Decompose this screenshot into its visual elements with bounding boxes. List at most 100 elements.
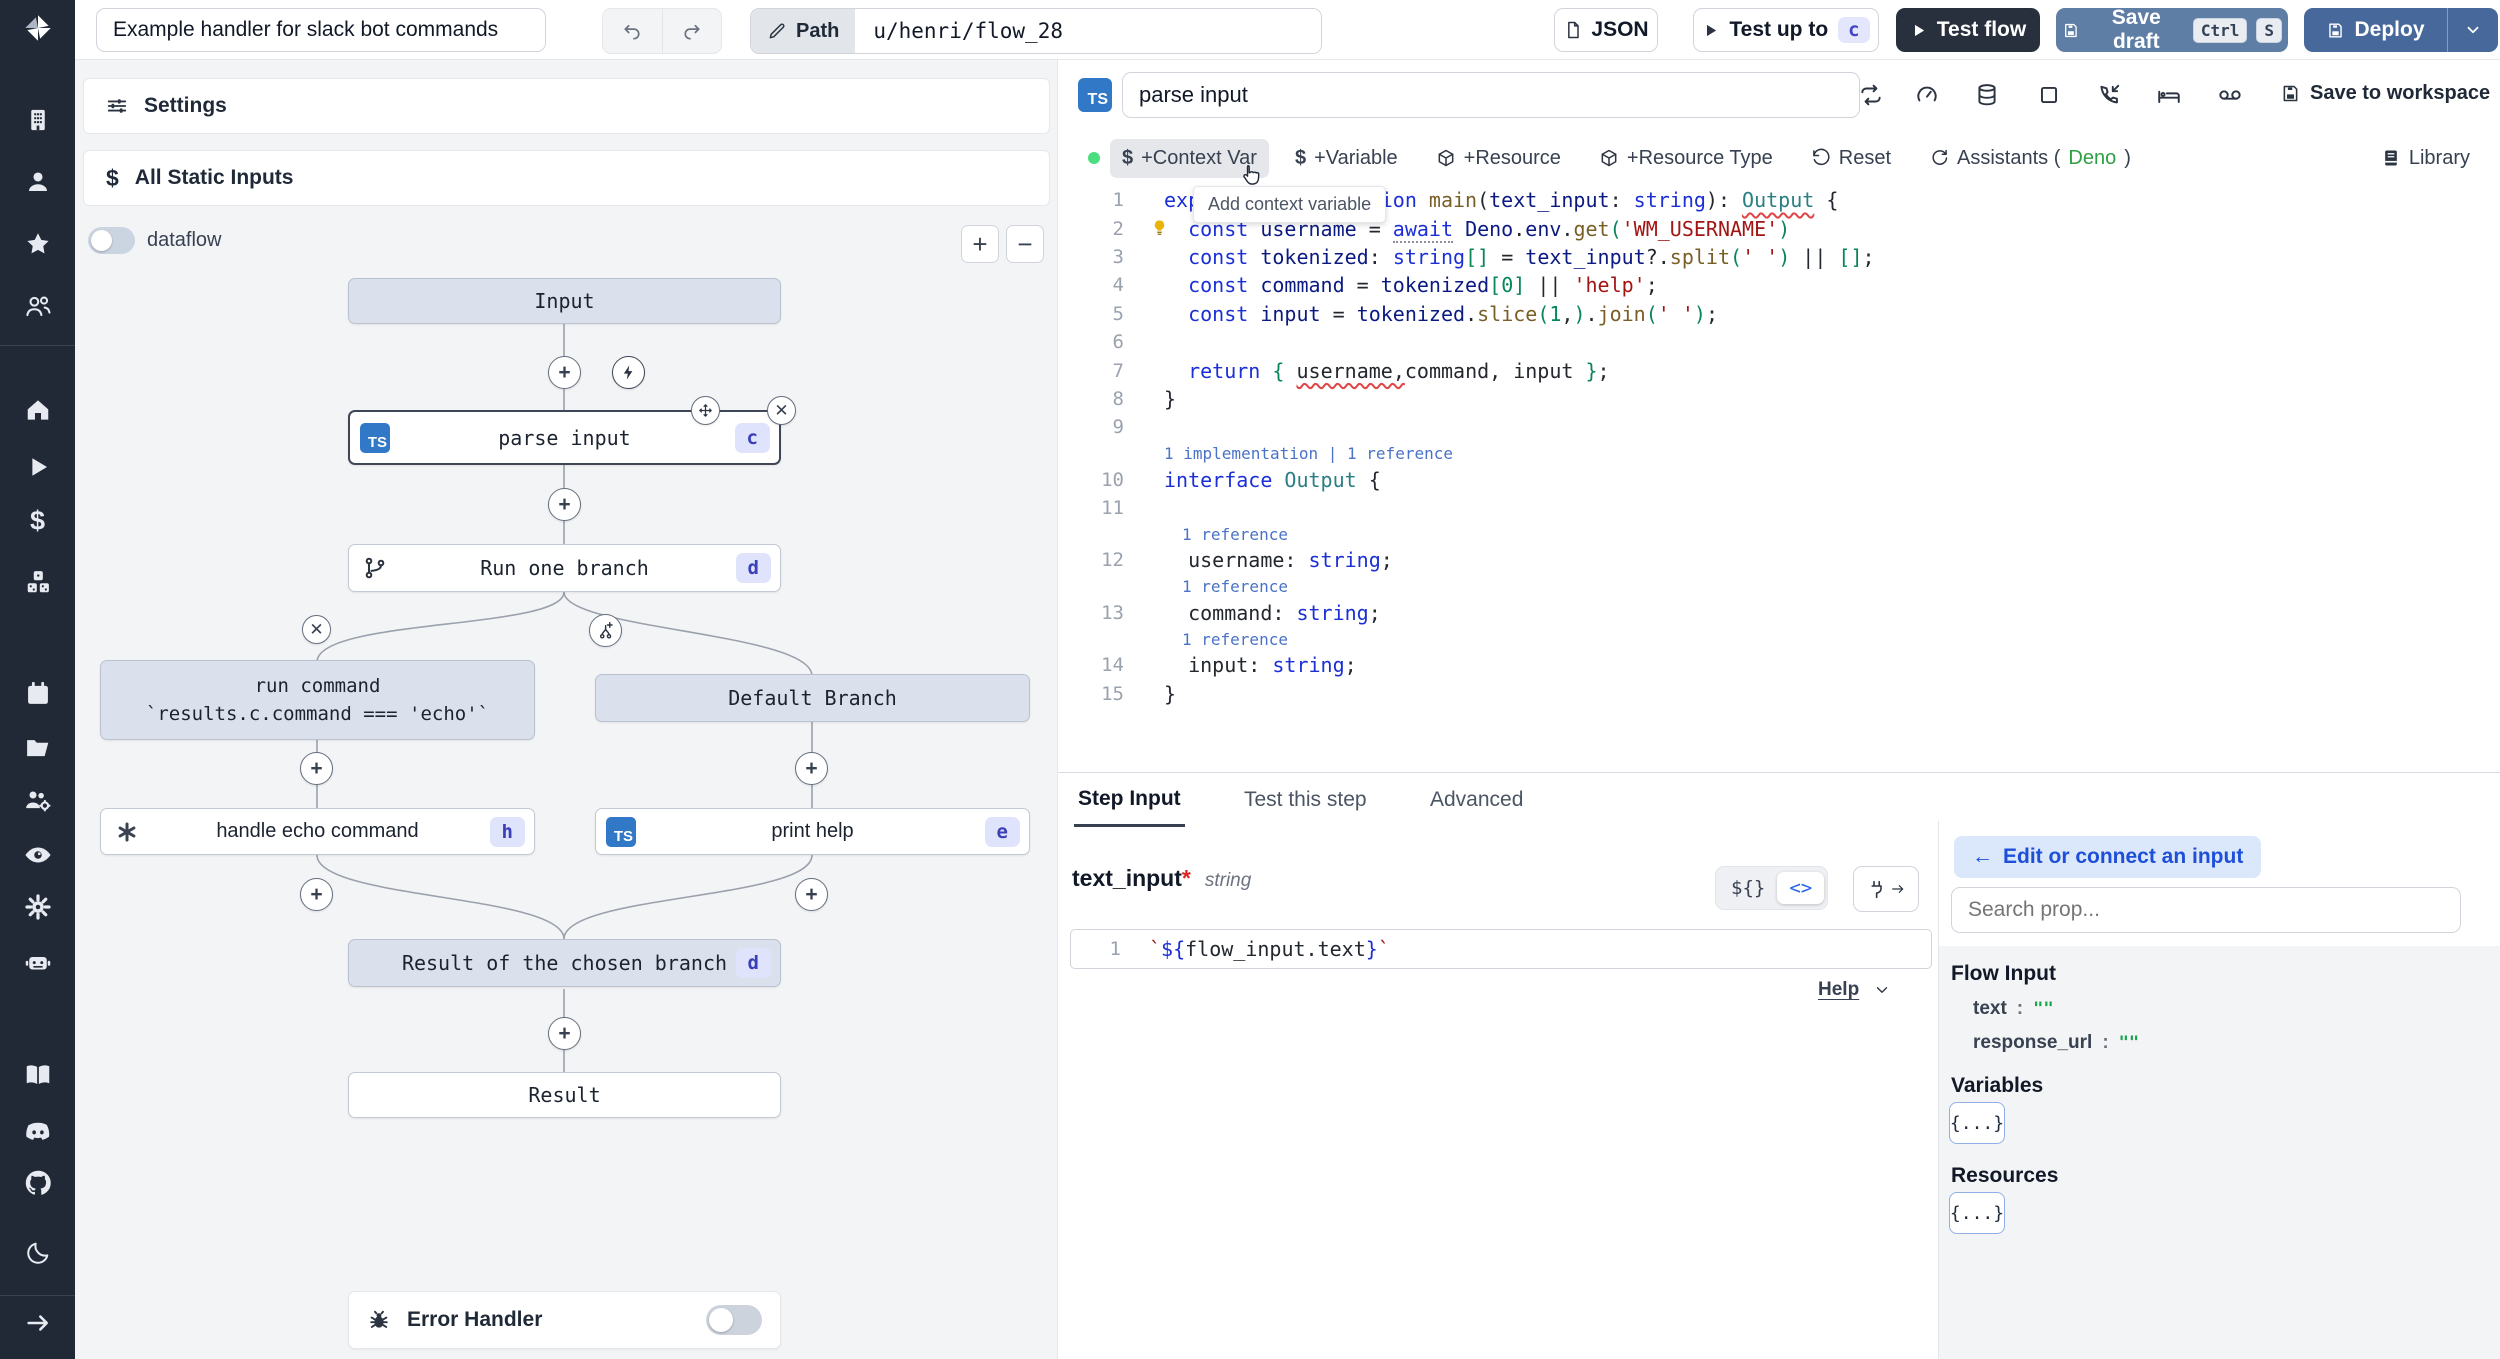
code-line[interactable]: 15} (1058, 679, 2488, 707)
error-handler-row[interactable]: Error Handler (348, 1291, 781, 1349)
codelens[interactable]: 1 reference (1058, 522, 2488, 546)
add-step-button[interactable]: + (795, 878, 828, 911)
gauge-early-stop-icon[interactable] (1914, 82, 1940, 108)
deploy-button[interactable]: Deploy (2304, 18, 2447, 42)
code-line[interactable]: 3 const tokenized: string[] = text_input… (1058, 243, 2488, 271)
favorites-star-icon[interactable] (24, 230, 52, 258)
add-step-button[interactable]: + (300, 878, 333, 911)
zoom-out-button[interactable]: − (1006, 225, 1044, 263)
chevron-down-icon[interactable] (1873, 981, 1891, 999)
path-field[interactable]: Path u/henri/flow_28 (750, 8, 1323, 54)
add-branch-button[interactable] (589, 614, 622, 647)
github-icon[interactable] (22, 1168, 53, 1199)
folders-icon[interactable] (23, 734, 52, 763)
codelens[interactable]: 1 implementation | 1 reference (1058, 442, 2488, 466)
discord-icon[interactable] (22, 1117, 53, 1148)
database-cache-icon[interactable] (1974, 82, 2000, 108)
flow-node-run-one-branch[interactable]: Run one branch d (348, 544, 781, 592)
assistants-button[interactable]: Assistants (Deno) (1917, 139, 2143, 178)
home-icon[interactable] (23, 396, 52, 425)
repeat-retries-icon[interactable] (1858, 82, 1884, 108)
code-line[interactable]: 13 command: string; (1058, 599, 2488, 627)
flow-title-input[interactable] (96, 8, 546, 52)
flow-node-print-help[interactable]: TS print help e (595, 808, 1030, 855)
add-step-button[interactable]: + (548, 488, 581, 521)
save-to-workspace-button[interactable]: Save to workspace (2280, 82, 2490, 105)
trigger-lightning-button[interactable] (612, 356, 645, 389)
mock-square-icon[interactable] (2036, 82, 2062, 108)
schedules-calendar-icon[interactable] (24, 680, 52, 708)
variables-dollar-icon[interactable]: $ (30, 506, 45, 537)
move-node-button[interactable] (691, 396, 720, 425)
code-line[interactable]: 6 (1058, 328, 2488, 356)
resources-object-button[interactable]: {...} (1949, 1192, 2005, 1234)
ai-robot-icon[interactable] (23, 947, 53, 977)
resources-cubes-icon[interactable] (23, 568, 52, 597)
code-line[interactable]: 11 (1058, 494, 2488, 522)
code-line[interactable]: 5 const input = tokenized.slice(1,).join… (1058, 300, 2488, 328)
tab-test-this-step[interactable]: Test this step (1240, 773, 1371, 827)
all-static-inputs-row[interactable]: $ All Static Inputs (83, 150, 1050, 206)
code-line[interactable]: 4 const command = tokenized[0] || 'help'… (1058, 271, 2488, 299)
sleep-bed-icon[interactable] (2156, 82, 2182, 108)
expand-sidebar-arrow-icon[interactable] (24, 1309, 52, 1337)
docs-book-icon[interactable] (23, 1060, 53, 1090)
json-button[interactable]: JSON (1554, 8, 1658, 52)
workers-users-gear-icon[interactable] (23, 785, 53, 815)
codelens[interactable]: 1 reference (1058, 575, 2488, 599)
zoom-in-button[interactable]: + (961, 225, 999, 263)
code-line[interactable]: 7 return { username,command, input }; (1058, 356, 2488, 384)
help-link[interactable]: Help (1818, 979, 1859, 1001)
prop-row-response-url[interactable]: response_url: "" (1973, 1032, 2139, 1054)
flow-node-input[interactable]: Input (348, 278, 781, 324)
add-step-button[interactable]: + (300, 752, 333, 785)
path-value[interactable]: u/henri/flow_28 (855, 9, 1322, 53)
user-icon[interactable] (24, 169, 51, 196)
flow-node-branch-result[interactable]: Result of the chosen branch d (348, 939, 781, 987)
runs-play-icon[interactable] (24, 454, 51, 481)
flow-node-default-branch[interactable]: Default Branch (595, 674, 1030, 722)
code-line[interactable]: 12 username: string; (1058, 546, 2488, 574)
add-step-button[interactable]: + (548, 356, 581, 389)
variables-object-button[interactable]: {...} (1949, 1102, 2005, 1144)
groups-users-icon[interactable] (23, 292, 52, 321)
connect-input-plug-button[interactable] (1853, 866, 1919, 912)
deploy-menu-button[interactable] (2447, 8, 2498, 52)
add-variable-button[interactable]: $ +Variable (1283, 139, 1410, 178)
audit-eye-icon[interactable] (23, 840, 53, 870)
tab-step-input[interactable]: Step Input (1074, 773, 1185, 827)
flow-node-result[interactable]: Result (348, 1072, 781, 1118)
test-flow-button[interactable]: Test flow (1896, 8, 2040, 52)
step-name-input[interactable] (1122, 72, 1860, 118)
settings-row[interactable]: Settings (83, 78, 1050, 134)
voicemail-icon[interactable] (2216, 82, 2244, 108)
add-resource-type-button[interactable]: +Resource Type (1587, 139, 1785, 178)
save-draft-button[interactable]: Save draft Ctrl S (2056, 6, 2288, 53)
flow-node-run-command-branch[interactable]: run command `results.c.command === 'echo… (100, 660, 535, 740)
add-resource-button[interactable]: +Resource (1424, 139, 1573, 178)
code-mode-button[interactable]: <> (1777, 872, 1825, 904)
redo-button[interactable] (661, 9, 722, 53)
code-line[interactable]: 10 interface Output { (1058, 466, 2488, 494)
add-step-button[interactable]: + (795, 752, 828, 785)
error-handler-toggle[interactable] (706, 1305, 762, 1335)
json-mode-button[interactable]: ${} (1719, 872, 1777, 904)
settings-gear-icon[interactable] (23, 892, 53, 922)
expression-editor[interactable]: 1 `${flow_input.text}` (1070, 929, 1932, 969)
lightbulb-hint-icon[interactable] (1150, 218, 1169, 237)
code-editor[interactable]: 1export async function main(text_input: … (1058, 186, 2488, 708)
windmill-logo-icon[interactable] (21, 11, 55, 45)
library-button[interactable]: Library (2369, 139, 2482, 178)
dark-mode-moon-icon[interactable] (24, 1239, 52, 1267)
undo-button[interactable] (603, 9, 662, 53)
reset-button[interactable]: Reset (1799, 139, 1903, 178)
flow-node-handle-echo-command[interactable]: handle echo command h (100, 808, 535, 855)
edit-or-connect-button[interactable]: ← Edit or connect an input (1954, 836, 2262, 878)
prop-row-text[interactable]: text: "" (1973, 998, 2054, 1020)
add-step-button[interactable]: + (548, 1017, 581, 1050)
code-line[interactable]: 14 input: string; (1058, 651, 2488, 679)
codelens[interactable]: 1 reference (1058, 627, 2488, 651)
test-up-to-button[interactable]: Test up to c (1693, 8, 1879, 52)
tab-advanced[interactable]: Advanced (1426, 773, 1527, 827)
dataflow-toggle[interactable] (88, 227, 135, 254)
